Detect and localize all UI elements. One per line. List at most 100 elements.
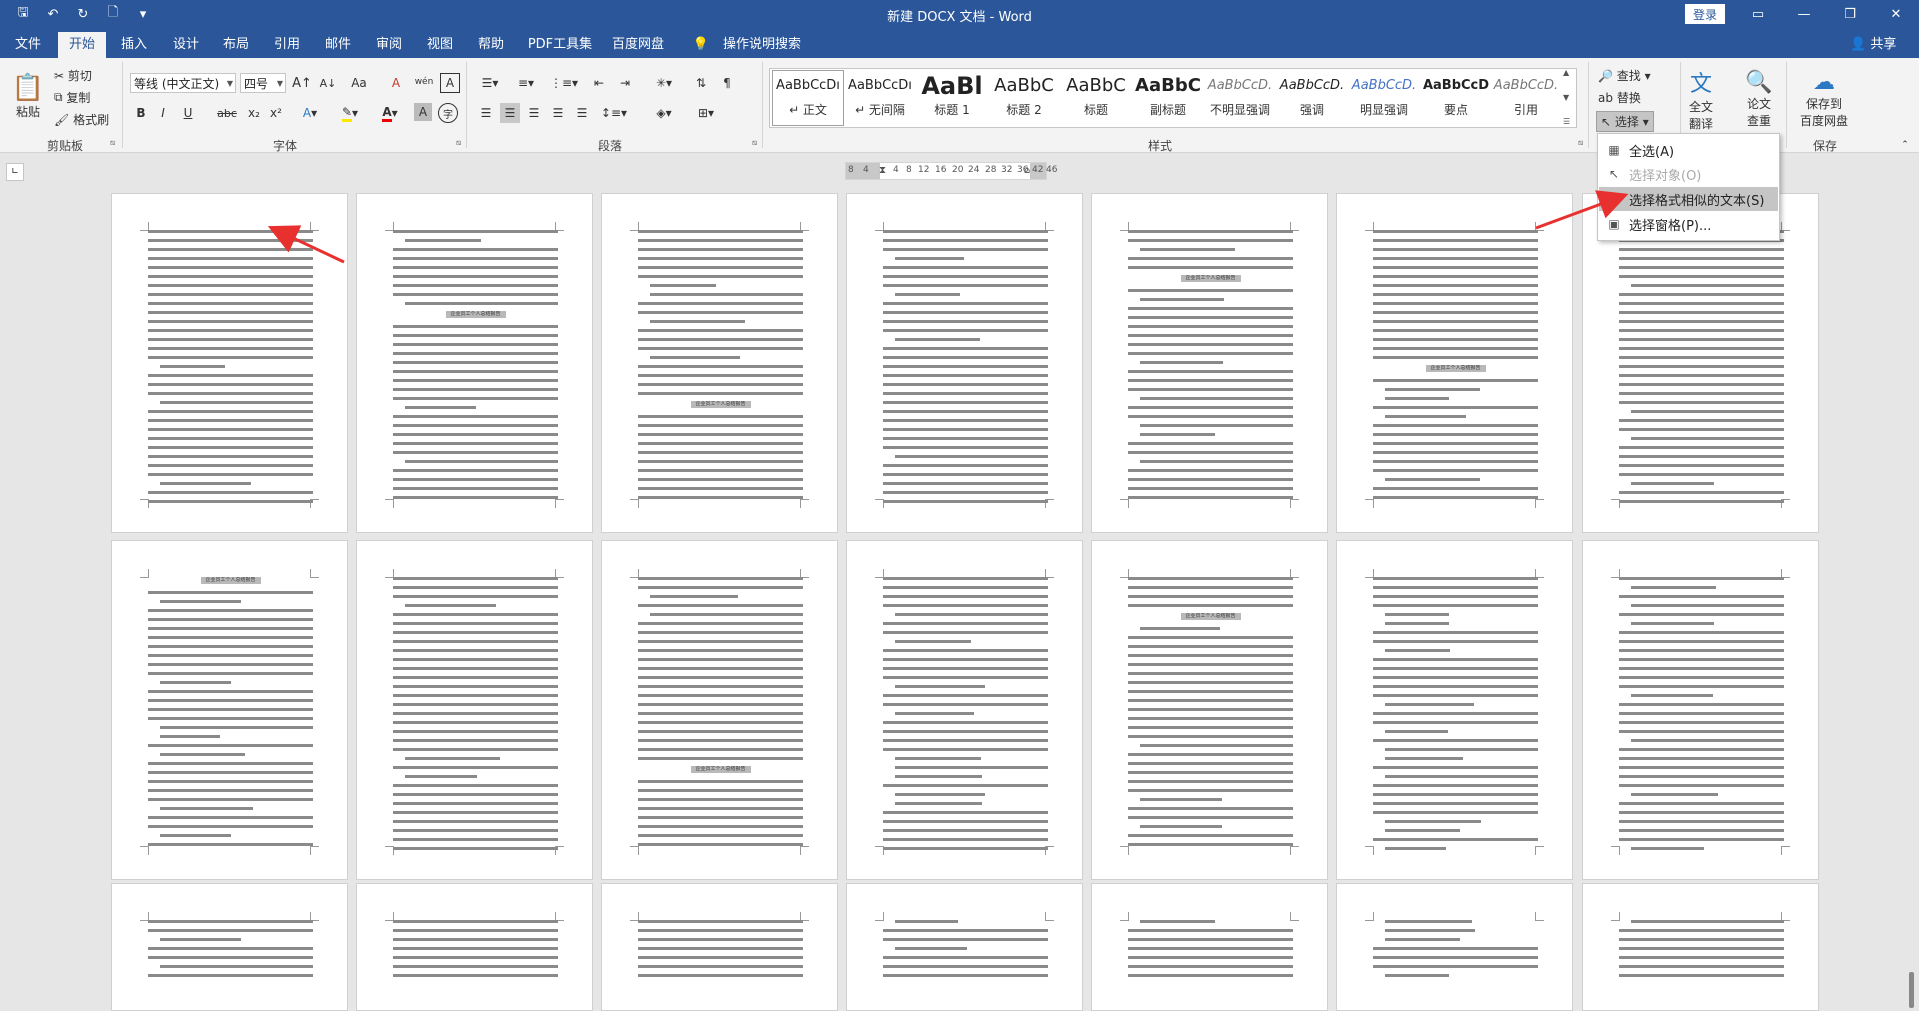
document-page[interactable]: [1336, 540, 1573, 880]
bold-button[interactable]: B: [132, 103, 150, 123]
grow-font-button[interactable]: A↑: [292, 73, 312, 93]
login-button[interactable]: 登录: [1685, 4, 1725, 24]
borders-button[interactable]: ⊞ ▾: [690, 103, 722, 123]
enclose-characters-button[interactable]: 字: [438, 103, 458, 123]
multilevel-list-button[interactable]: ⋮≡ ▾: [548, 73, 580, 93]
document-page[interactable]: [356, 540, 593, 880]
sort-button[interactable]: ⇅: [690, 73, 712, 93]
tab-layout[interactable]: 布局: [214, 32, 258, 58]
phonetic-guide-button[interactable]: wén: [412, 70, 436, 94]
document-page[interactable]: [601, 883, 838, 1011]
style-no-spacing[interactable]: AaBbCcDı ↵ 无间隔: [845, 71, 915, 125]
style-strong[interactable]: AaBbCcD 要点: [1421, 71, 1491, 125]
font-launcher-icon[interactable]: ⧅: [456, 138, 461, 148]
minimize-icon[interactable]: —: [1781, 0, 1827, 28]
style-heading-1[interactable]: AaBl 标题 1: [917, 71, 987, 125]
document-page[interactable]: 企业员工个人总结报告: [1091, 193, 1328, 533]
clear-formatting-button[interactable]: A: [386, 73, 406, 93]
change-case-button[interactable]: Aa: [346, 73, 372, 93]
redo-icon[interactable]: ↻: [70, 4, 96, 24]
style-normal[interactable]: AaBbCcDı ↵ 正文: [772, 70, 844, 126]
chevron-down-icon[interactable]: ▼: [1563, 93, 1575, 102]
heading-text-selected[interactable]: 企业员工个人总结报告: [1180, 613, 1241, 620]
tab-home[interactable]: 开始: [58, 32, 106, 58]
maximize-icon[interactable]: ❐: [1827, 0, 1873, 28]
print-preview-icon[interactable]: 🗋: [100, 4, 126, 24]
numbering-button[interactable]: ≡ ▾: [510, 73, 542, 93]
line-spacing-button[interactable]: ↕≡ ▾: [598, 103, 630, 123]
share-button[interactable]: 👤 共享: [1850, 33, 1896, 52]
document-page[interactable]: [1582, 193, 1819, 533]
heading-text-selected[interactable]: 企业员工个人总结报告: [690, 401, 751, 408]
heading-text-selected[interactable]: 企业员工个人总结报告: [200, 577, 261, 584]
text-effects-button[interactable]: A ▾: [292, 103, 328, 123]
vertical-scrollbar[interactable]: [1905, 183, 1919, 1011]
document-page[interactable]: [111, 883, 348, 1011]
tab-view[interactable]: 视图: [418, 32, 462, 58]
style-intense-emphasis[interactable]: AaBbCcD. 明显强调: [1349, 71, 1419, 125]
bullets-button[interactable]: ☰ ▾: [474, 73, 506, 93]
document-page[interactable]: [356, 883, 593, 1011]
document-page[interactable]: [1582, 540, 1819, 880]
ribbon-display-options-icon[interactable]: ▭: [1735, 0, 1781, 28]
document-page[interactable]: [111, 193, 348, 533]
tab-review[interactable]: 审阅: [367, 32, 411, 58]
tab-pdf-tools[interactable]: PDF工具集: [522, 32, 598, 58]
paper-check-button[interactable]: 🔍 论文 查重: [1740, 64, 1778, 134]
paragraph-launcher-icon[interactable]: ⧅: [752, 138, 757, 148]
heading-text-selected[interactable]: 企业员工个人总结报告: [1180, 275, 1241, 282]
style-subtitle[interactable]: AaBbC 副标题: [1133, 71, 1203, 125]
menu-item-select-all[interactable]: ▦ 全选(A): [1599, 138, 1778, 162]
tab-references[interactable]: 引用: [265, 32, 309, 58]
document-page[interactable]: [846, 540, 1083, 880]
document-page[interactable]: [1091, 883, 1328, 1011]
tab-help[interactable]: 帮助: [469, 32, 513, 58]
distributed-button[interactable]: ☰: [572, 103, 592, 123]
justify-button[interactable]: ☰: [548, 103, 568, 123]
document-page[interactable]: [846, 883, 1083, 1011]
heading-text-selected[interactable]: 企业员工个人总结报告: [445, 311, 506, 318]
strikethrough-button[interactable]: abc: [214, 103, 240, 123]
undo-icon[interactable]: ↶: [40, 4, 66, 24]
increase-indent-button[interactable]: ⇥: [614, 73, 636, 93]
tell-me-search[interactable]: 操作说明搜索: [714, 32, 810, 58]
style-emphasis[interactable]: AaBbCcD. 强调: [1277, 71, 1347, 125]
document-page[interactable]: 企业员工个人总结报告: [1336, 193, 1573, 533]
character-shading-button[interactable]: A: [414, 103, 432, 121]
ruler-indent-marker[interactable]: ⧗: [879, 165, 886, 176]
chevron-up-icon[interactable]: ▲: [1563, 68, 1575, 77]
tab-baidu-netdisk[interactable]: 百度网盘: [606, 32, 670, 58]
subscript-button[interactable]: x₂: [244, 103, 264, 123]
italic-button[interactable]: I: [154, 103, 172, 123]
menu-item-select-objects[interactable]: ↖ 选择对象(O): [1599, 162, 1778, 186]
menu-item-selection-pane[interactable]: ▣ 选择窗格(P)...: [1599, 212, 1778, 236]
shrink-font-button[interactable]: A↓: [318, 73, 338, 93]
tab-mailings[interactable]: 邮件: [316, 32, 360, 58]
style-quote[interactable]: AaBbCcD. 引用: [1493, 71, 1559, 125]
scrollbar-thumb[interactable]: [1909, 972, 1914, 1008]
gallery-more-icon[interactable]: ☰: [1563, 117, 1575, 126]
document-page[interactable]: 企业员工个人总结报告: [356, 193, 593, 533]
format-painter-button[interactable]: 🖌 格式刷: [54, 111, 109, 128]
styles-launcher-icon[interactable]: ⧅: [1578, 138, 1583, 148]
menu-item-select-similar-formatting[interactable]: ▤ 选择格式相似的文本(S): [1599, 187, 1778, 211]
document-page[interactable]: [1582, 883, 1819, 1011]
font-size-dropdown[interactable]: 四号 ▼: [240, 73, 286, 93]
document-page[interactable]: [846, 193, 1083, 533]
document-page[interactable]: 企业员工个人总结报告: [111, 540, 348, 880]
style-subtle-emphasis[interactable]: AaBbCcD. 不明显强调: [1205, 71, 1275, 125]
align-right-button[interactable]: ☰: [524, 103, 544, 123]
font-name-dropdown[interactable]: 等线 (中文正文) ▼: [130, 73, 236, 93]
highlight-color-button[interactable]: ✎ ▾: [332, 103, 368, 123]
font-color-button[interactable]: A ▾: [372, 103, 408, 123]
chinese-layout-button[interactable]: ✳ ▾: [648, 73, 680, 93]
cut-button[interactable]: ✂ 剪切: [54, 67, 92, 84]
tab-selector[interactable]: ∟: [6, 163, 24, 181]
underline-button[interactable]: U: [176, 103, 200, 123]
shading-button[interactable]: ◈ ▾: [648, 103, 680, 123]
heading-text-selected[interactable]: 企业员工个人总结报告: [690, 766, 751, 773]
heading-text-selected[interactable]: 企业员工个人总结报告: [1425, 365, 1486, 372]
tab-design[interactable]: 设计: [164, 32, 208, 58]
align-center-button[interactable]: ☰: [500, 103, 520, 123]
customize-qat-icon[interactable]: ▾: [130, 4, 156, 24]
